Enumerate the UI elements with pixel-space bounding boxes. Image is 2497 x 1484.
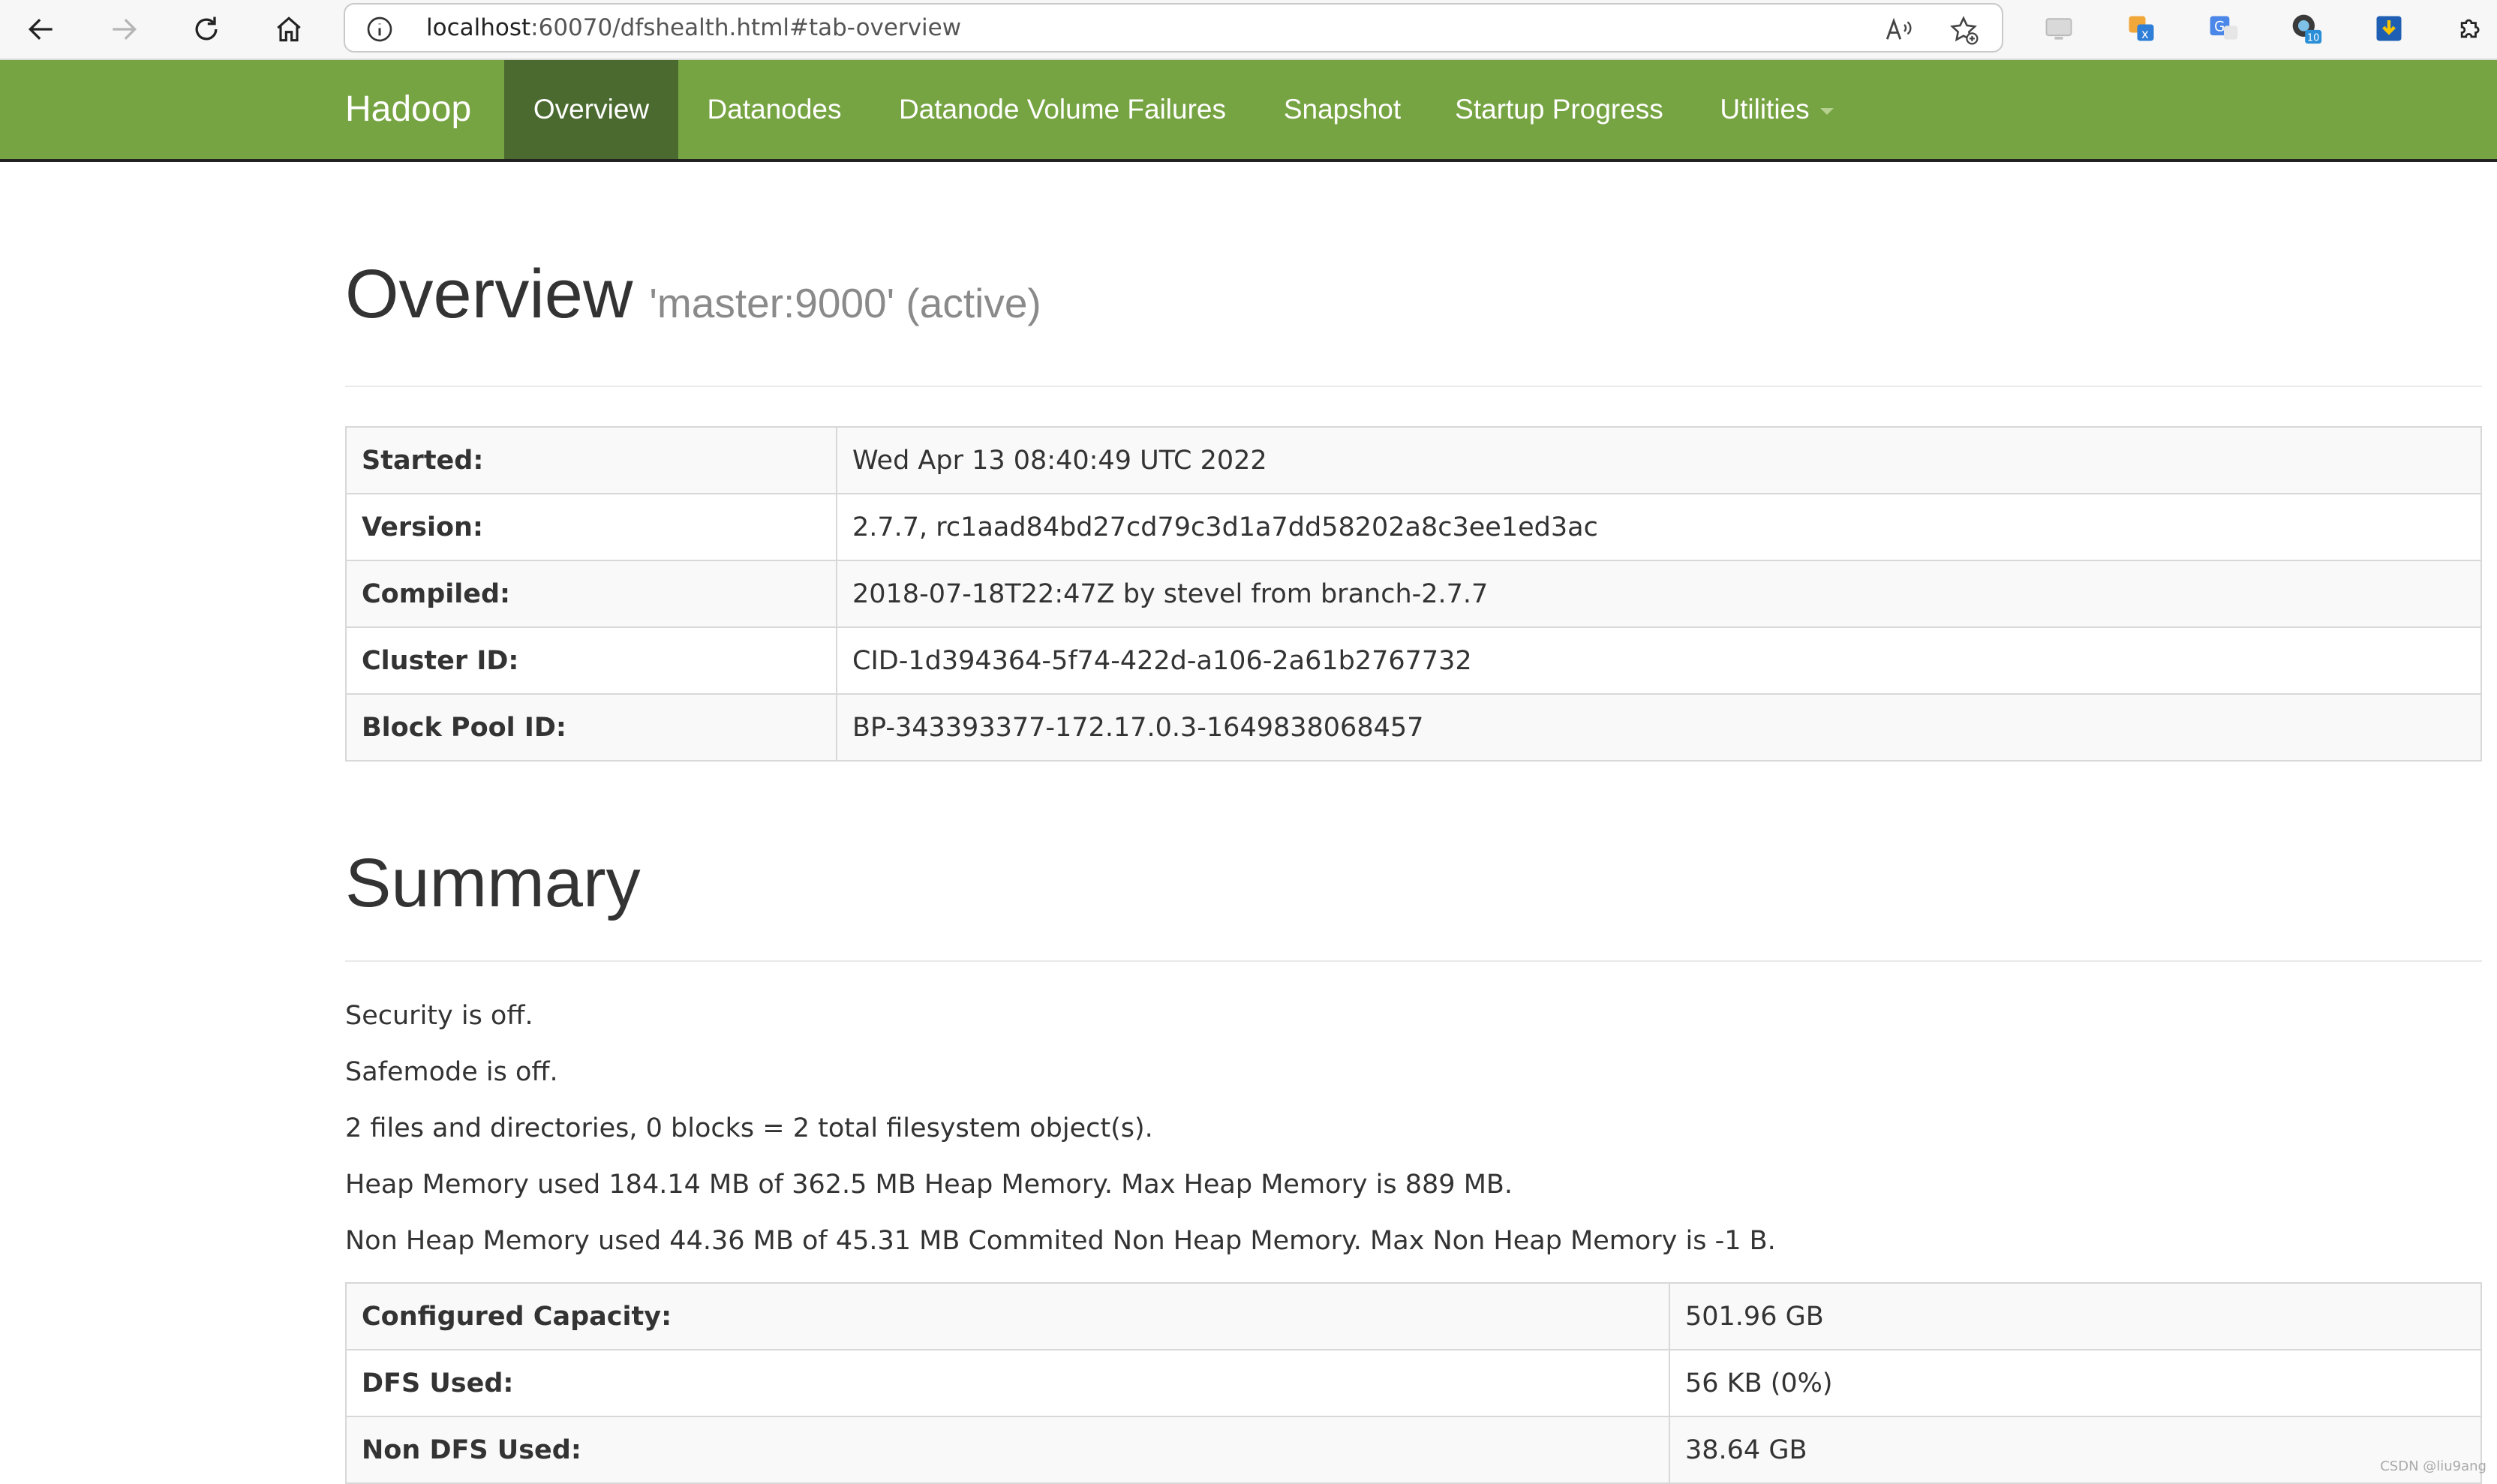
info-icon[interactable]: [365, 14, 395, 44]
tab-snapshot-label: Snapshot: [1283, 94, 1402, 125]
safemode-status: Safemode is off.: [345, 1057, 558, 1087]
table-row: Configured Capacity: 501.96 GB: [345, 1282, 2482, 1350]
watermark: CSDN @liu9ang: [2380, 1458, 2486, 1474]
overview-divider: [345, 386, 2482, 387]
row-key: Cluster ID:: [345, 626, 837, 695]
row-key: Started:: [345, 426, 837, 494]
extensions-puzzle-icon[interactable]: [2453, 11, 2489, 47]
table-row: Compiled: 2018-07-18T22:47Z by stevel fr…: [345, 560, 2482, 628]
row-value: 2018-07-18T22:47Z by stevel from branch-…: [836, 560, 2482, 628]
reload-button[interactable]: [183, 6, 230, 53]
utilities-dropdown[interactable]: Utilities: [1688, 60, 1865, 159]
address-url[interactable]: localhost:60070/dfshealth.html#tab-overv…: [426, 5, 961, 51]
brand-logo[interactable]: Hadoop: [345, 60, 471, 159]
table-row: Non DFS Used: 38.64 GB: [345, 1416, 2482, 1484]
svg-text:G: G: [2214, 20, 2225, 35]
arrow-right-icon: [113, 18, 137, 41]
row-key: Configured Capacity:: [345, 1282, 1670, 1350]
tab-startup-progress[interactable]: Startup Progress: [1430, 60, 1688, 159]
url-path: :60070/dfshealth.html#tab-overview: [530, 14, 962, 41]
summary-divider: [345, 960, 2482, 962]
hadoop-navbar: Hadoop Overview Datanodes Datanode Volum…: [0, 60, 2497, 162]
table-row: Block Pool ID: BP-343393377-172.17.0.3-1…: [345, 693, 2482, 762]
tab-startup-progress-label: Startup Progress: [1455, 94, 1663, 125]
heap-memory: Heap Memory used 184.14 MB of 362.5 MB H…: [345, 1170, 1513, 1200]
url-host: localhost: [426, 14, 531, 41]
table-row: Version: 2.7.7, rc1aad84bd27cd79c3d1a7dd…: [345, 493, 2482, 561]
reload-icon: [195, 17, 218, 41]
tab-datanode-volume-failures[interactable]: Datanode Volume Failures: [870, 60, 1255, 159]
table-row: DFS Used: 56 KB (0%): [345, 1349, 2482, 1417]
overview-title: Overview: [345, 256, 633, 332]
table-row: Started: Wed Apr 13 08:40:49 UTC 2022: [345, 426, 2482, 494]
tab-datanodes-label: Datanodes: [707, 94, 842, 125]
download-extension-icon[interactable]: [2371, 11, 2407, 47]
table-row: Cluster ID: CID-1d394364-5f74-422d-a106-…: [345, 626, 2482, 695]
overview-header: Overview 'master:9000' (active): [345, 255, 1041, 334]
tab-datanodes[interactable]: Datanodes: [678, 60, 870, 159]
google-translate-extension-icon[interactable]: G: [2206, 11, 2242, 47]
row-key: Non DFS Used:: [345, 1416, 1670, 1484]
row-value: CID-1d394364-5f74-422d-a106-2a61b2767732: [836, 626, 2482, 695]
row-value: 38.64 GB: [1669, 1416, 2482, 1484]
overview-table: Started: Wed Apr 13 08:40:49 UTC 2022 Ve…: [345, 426, 2482, 762]
svg-text:x: x: [2141, 27, 2149, 41]
home-icon: [277, 17, 301, 42]
tab-datanode-volume-failures-label: Datanode Volume Failures: [898, 94, 1227, 125]
favorite-star-icon[interactable]: [1948, 14, 1979, 46]
arrow-left-icon: [28, 18, 53, 41]
summary-title: Summary: [345, 845, 641, 921]
forward-button[interactable]: [101, 6, 147, 53]
row-value: 2.7.7, rc1aad84bd27cd79c3d1a7dd58202a8c3…: [836, 493, 2482, 561]
browser-toolbar: localhost:60070/dfshealth.html#tab-overv…: [0, 0, 2497, 60]
address-bar[interactable]: localhost:60070/dfshealth.html#tab-overv…: [344, 3, 2003, 53]
row-key: Compiled:: [345, 560, 837, 628]
translate-extension-icon[interactable]: x: [2123, 11, 2159, 47]
security-status: Security is off.: [345, 1001, 533, 1031]
utilities-dropdown-label: Utilities: [1720, 94, 1810, 125]
row-value: 56 KB (0%): [1669, 1349, 2482, 1417]
extension-with-badge-icon[interactable]: 10: [2288, 11, 2324, 47]
row-value: BP-343393377-172.17.0.3-1649838068457: [836, 693, 2482, 762]
non-heap-memory: Non Heap Memory used 44.36 MB of 45.31 M…: [345, 1226, 1776, 1256]
capacity-table: Configured Capacity: 501.96 GB DFS Used:…: [345, 1282, 2482, 1484]
row-value: 501.96 GB: [1669, 1282, 2482, 1350]
caret-down-icon: [1819, 107, 1834, 115]
row-key: DFS Used:: [345, 1349, 1670, 1417]
tab-overview[interactable]: Overview: [504, 60, 678, 159]
row-value: Wed Apr 13 08:40:49 UTC 2022: [836, 426, 2482, 494]
tab-overview-label: Overview: [533, 94, 650, 125]
extension-badge: 10: [2307, 33, 2319, 44]
back-button[interactable]: [18, 6, 65, 53]
tab-snapshot[interactable]: Snapshot: [1255, 60, 1430, 159]
filesystem-objects: 2 files and directories, 0 blocks = 2 to…: [345, 1113, 1153, 1143]
row-key: Version:: [345, 493, 837, 561]
home-button[interactable]: [266, 6, 312, 53]
read-aloud-icon[interactable]: [1883, 14, 1915, 46]
row-key: Block Pool ID:: [345, 693, 837, 762]
overview-subtitle: 'master:9000' (active): [649, 280, 1041, 326]
screen-capture-extension-icon[interactable]: [2041, 11, 2077, 47]
